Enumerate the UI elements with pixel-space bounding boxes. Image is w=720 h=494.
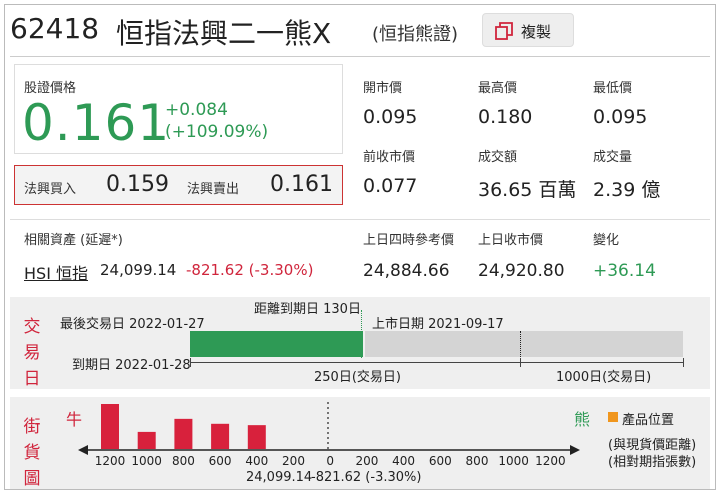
street-bar <box>101 404 119 449</box>
axis-tick-label: 600 <box>208 454 232 468</box>
axis-tick-label: 200 <box>355 454 379 468</box>
axis-tick-label: 1200 <box>94 454 126 468</box>
axis-tick-label: 600 <box>428 454 452 468</box>
street-bar <box>247 425 266 449</box>
axis-tick-label: 1000 <box>498 454 529 468</box>
axis-tick-label: 400 <box>245 454 269 468</box>
center-price: 24,099.14 <box>246 470 313 485</box>
axis-tick-label: 200 <box>282 454 305 468</box>
axis-tick-label: 400 <box>392 454 416 468</box>
axis-tick-label: 800 <box>171 454 195 468</box>
axis-arrow-right <box>570 445 580 455</box>
center-change: -821.62 (-3.30%) <box>311 470 422 485</box>
street-bar <box>174 418 193 449</box>
axis-tick-label: 0 <box>326 454 334 468</box>
street-bar <box>137 431 156 449</box>
street-bar <box>211 423 230 449</box>
axis-tick-label: 1200 <box>535 454 566 468</box>
axis-tick-label: 800 <box>465 454 489 468</box>
axis-tick-label: 1000 <box>131 454 162 468</box>
axis-arrow-left <box>78 445 88 455</box>
street-goods-chart <box>78 402 580 455</box>
